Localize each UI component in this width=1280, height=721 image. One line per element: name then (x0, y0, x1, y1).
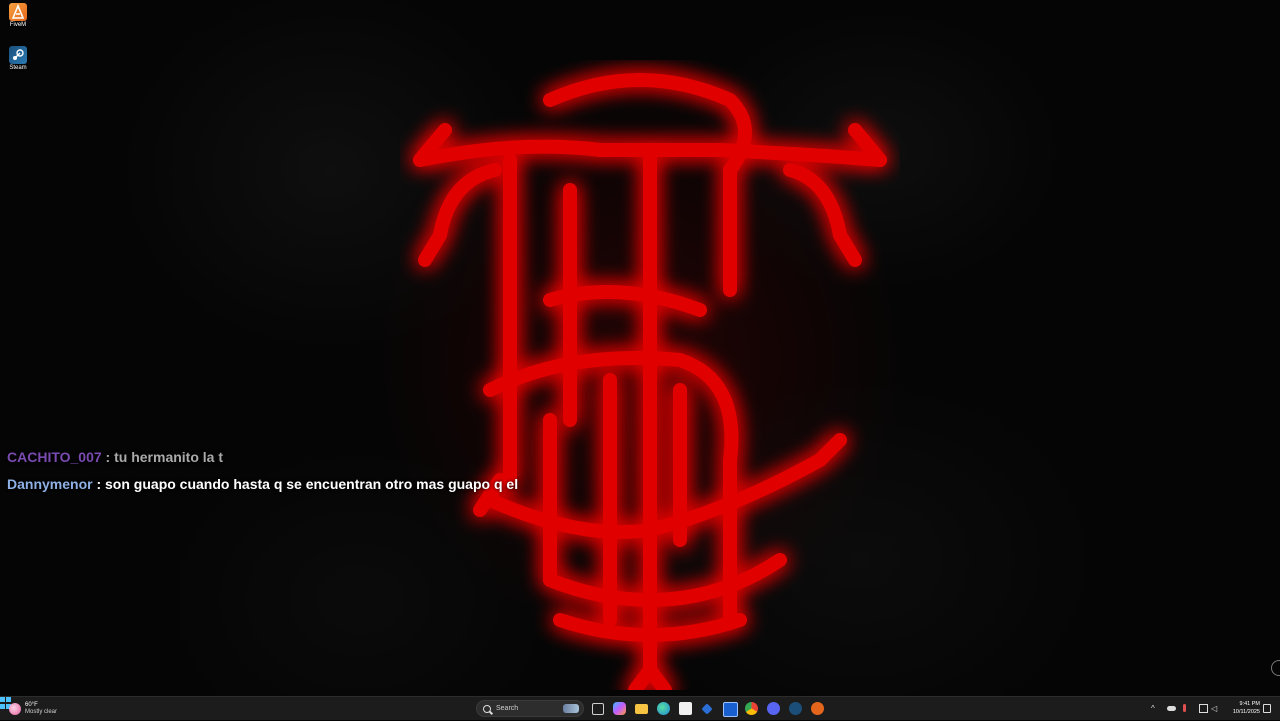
notification-icon[interactable] (1263, 704, 1271, 713)
folder-icon[interactable] (635, 704, 648, 714)
weather-widget[interactable]: 60°F Mostly clear (9, 700, 57, 718)
store-icon[interactable] (679, 702, 692, 715)
weather-temp: 60°F (25, 702, 38, 708)
search-placeholder: Search (496, 705, 519, 712)
clock-time: 9:41 PM (1239, 701, 1260, 707)
desktop-icon-label: Steam (9, 65, 27, 71)
fivem-icon (9, 3, 27, 21)
weather-icon (9, 703, 21, 715)
desktop-icon-fivem[interactable]: FiveM (4, 3, 32, 28)
taskbar-clock[interactable]: 9:41 PM 10/11/2025 (1224, 700, 1260, 716)
search-highlight-icon (563, 704, 579, 713)
copilot-icon[interactable] (613, 702, 626, 715)
chat-username: CACHITO_007 (7, 449, 102, 465)
desktop: FiveM Steam CACHITO_007 : tu hermanito l… (0, 0, 1280, 696)
discord-icon[interactable] (767, 702, 780, 715)
chat-message: Dannymenor : son guapo cuando hasta q se… (7, 476, 518, 492)
steam-icon (9, 46, 27, 64)
app-icon[interactable] (723, 702, 738, 717)
chrome-icon[interactable] (745, 702, 758, 715)
chevron-up-icon[interactable]: ^ (1151, 704, 1160, 713)
cloud-icon[interactable] (1167, 706, 1176, 711)
microphone-icon[interactable] (1183, 704, 1186, 712)
task-view-icon[interactable] (592, 703, 604, 715)
taskbar: 60°F Mostly clear Search ^ ◁ 9:41 PM 10/… (0, 696, 1280, 720)
chat-message: CACHITO_007 : tu hermanito la t (7, 449, 223, 465)
chat-username: Dannymenor (7, 476, 93, 492)
app-icon[interactable] (701, 703, 713, 715)
chat-text: : son guapo cuando hasta q se encuentran… (92, 476, 519, 492)
fivem-icon[interactable] (811, 702, 824, 715)
search-icon (483, 704, 491, 713)
chat-text: : tu hermanito la t (101, 449, 224, 465)
volume-icon[interactable]: ◁ (1211, 704, 1220, 713)
desktop-icon-label: FiveM (9, 22, 27, 28)
weather-condition: Mostly clear (25, 709, 58, 715)
network-icon[interactable] (1199, 704, 1208, 713)
windows-logo-icon (0, 697, 5, 702)
desktop-icon-steam[interactable]: Steam (4, 46, 32, 71)
steam-icon[interactable] (789, 702, 802, 715)
wallpaper-emblem (413, 73, 887, 690)
edge-icon[interactable] (657, 702, 670, 715)
widget-toggle-button[interactable] (1271, 660, 1280, 676)
taskbar-search[interactable]: Search (476, 700, 584, 717)
clock-date: 10/11/2025 (1232, 709, 1260, 715)
